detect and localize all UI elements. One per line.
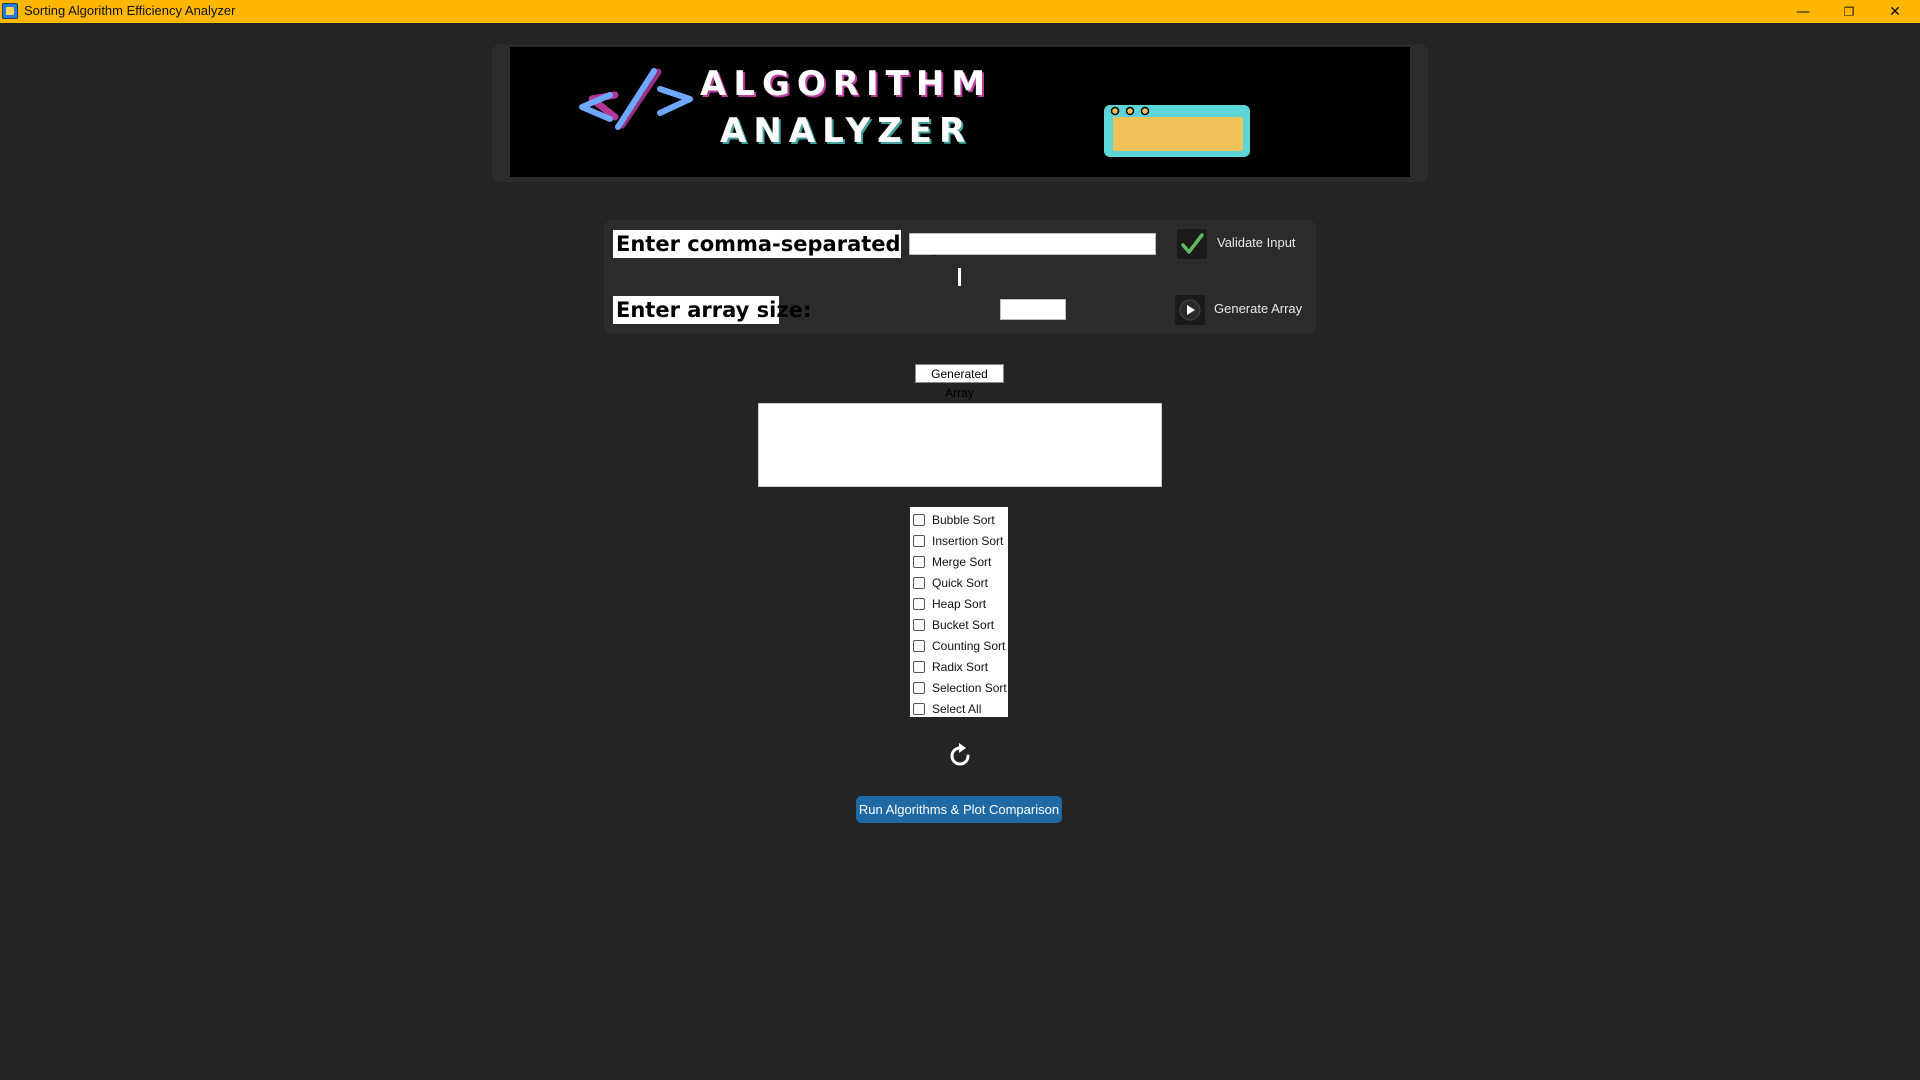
checkmark-icon	[1181, 233, 1204, 254]
title-bar: Sorting Algorithm Efficiency Analyzer — …	[0, 0, 1920, 23]
checkbox-icon[interactable]	[913, 681, 925, 694]
checkbox-label: Merge Sort	[932, 554, 992, 569]
algorithm-checklist: Bubble Sort Insertion Sort Merge Sort Qu…	[910, 507, 1008, 717]
maximize-icon: ❐	[1843, 4, 1855, 19]
checkbox-bucket-sort[interactable]: Bucket Sort	[910, 614, 1008, 635]
generate-array-button[interactable]	[1175, 295, 1205, 325]
checkbox-label: Selection Sort	[932, 680, 1007, 695]
maximize-button[interactable]: ❐	[1826, 0, 1872, 23]
close-button[interactable]: ✕	[1872, 0, 1918, 23]
checkbox-heap-sort[interactable]: Heap Sort	[910, 593, 1008, 614]
checkbox-merge-sort[interactable]: Merge Sort	[910, 551, 1008, 572]
app-icon	[2, 3, 18, 19]
checkbox-icon[interactable]	[913, 639, 925, 652]
generated-array-output[interactable]	[758, 403, 1162, 487]
refresh-icon	[950, 743, 970, 766]
checkbox-label: Insertion Sort	[932, 533, 1004, 548]
generate-array-label[interactable]: Generate Array	[1214, 301, 1302, 316]
checkbox-icon[interactable]	[913, 597, 925, 610]
checkbox-label: Quick Sort	[932, 575, 989, 590]
csv-input-field[interactable]	[909, 233, 1156, 255]
checkbox-icon[interactable]	[913, 618, 925, 631]
checkbox-select-all[interactable]: Select All	[910, 698, 1008, 719]
checkbox-icon[interactable]	[913, 702, 925, 715]
array-size-field[interactable]	[1000, 299, 1066, 320]
run-algorithms-button[interactable]: Run Algorithms & Plot Comparison	[856, 796, 1062, 823]
checkbox-label: Bubble Sort	[932, 512, 995, 527]
minimize-icon: —	[1796, 3, 1810, 20]
reset-button[interactable]	[945, 741, 975, 771]
checkbox-quick-sort[interactable]: Quick Sort	[910, 572, 1008, 593]
logo-banner: ALGORITHM ALGORITHM ANALYZER ANALYZER	[510, 47, 1410, 177]
svg-text:ANALYZER: ANALYZER	[720, 111, 972, 151]
checkbox-label: Bucket Sort	[932, 617, 995, 632]
checkbox-selection-sort[interactable]: Selection Sort	[910, 677, 1008, 698]
svg-text:ALGORITHM: ALGORITHM	[700, 64, 992, 104]
array-size-label: Enter array size:	[613, 296, 811, 324]
checkbox-label: Select All	[932, 701, 982, 716]
checkbox-icon[interactable]	[913, 555, 925, 568]
close-icon: ✕	[1889, 3, 1901, 20]
checkbox-icon[interactable]	[913, 534, 925, 547]
play-icon	[1179, 299, 1201, 321]
checkbox-icon[interactable]	[913, 576, 925, 589]
checkbox-icon[interactable]	[913, 660, 925, 673]
generated-array-label: Generated Array	[915, 364, 1004, 400]
minimize-button[interactable]: —	[1780, 0, 1826, 23]
algorithm-analyzer-logo: ALGORITHM ALGORITHM ANALYZER ANALYZER	[579, 64, 1250, 157]
checkbox-label: Radix Sort	[932, 659, 989, 674]
window-title: Sorting Algorithm Efficiency Analyzer	[24, 3, 236, 18]
validate-input-button[interactable]	[1177, 229, 1207, 259]
checkbox-label: Counting Sort	[932, 638, 1006, 653]
checkbox-label: Heap Sort	[932, 596, 987, 611]
csv-input-label: Enter comma-separated input:	[613, 230, 978, 258]
checkbox-radix-sort[interactable]: Radix Sort	[910, 656, 1008, 677]
checkbox-icon[interactable]	[913, 513, 925, 526]
checkbox-insertion-sort[interactable]: Insertion Sort	[910, 530, 1008, 551]
checkbox-bubble-sort[interactable]: Bubble Sort	[910, 509, 1008, 530]
text-cursor	[958, 268, 961, 286]
checkbox-counting-sort[interactable]: Counting Sort	[910, 635, 1008, 656]
validate-input-label[interactable]: Validate Input	[1217, 235, 1296, 250]
